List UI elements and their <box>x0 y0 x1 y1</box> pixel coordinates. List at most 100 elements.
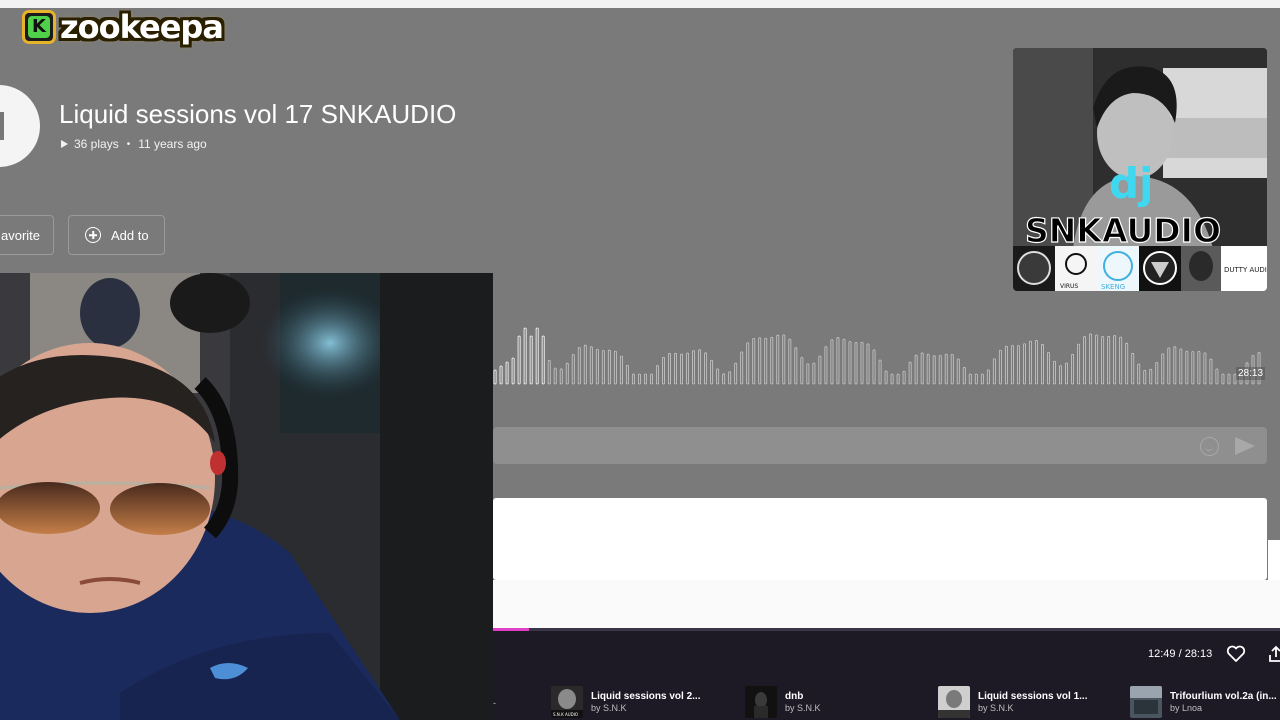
waveform-bar <box>674 352 677 385</box>
waveform-bar <box>565 362 569 385</box>
waveform-bar <box>1101 335 1105 385</box>
waveform-bar <box>1028 340 1032 385</box>
waveform-bar <box>920 352 924 385</box>
queue-item-title: Liquid sessions vol 2... <box>591 691 701 702</box>
share-icon[interactable] <box>1269 645 1280 663</box>
waveform-bar <box>1131 352 1135 385</box>
logo-wordmark: zookeepa <box>60 8 224 46</box>
waveform-bar <box>782 334 786 385</box>
cover-logo-skeng: SKENG <box>1101 283 1125 291</box>
waveform-bar <box>716 368 720 385</box>
waveform-bar <box>571 354 575 385</box>
plus-circle-icon <box>85 227 101 243</box>
waveform-bar <box>631 373 635 385</box>
cover-logo-virus: VIRUS <box>1060 283 1078 290</box>
waveform-bar <box>776 334 780 385</box>
waveform-bar <box>980 373 984 385</box>
waveform-bar <box>1065 362 1068 385</box>
waveform-bar <box>890 373 894 385</box>
waveform[interactable] <box>493 318 1263 386</box>
waveform-bar <box>1095 334 1099 385</box>
emoji-icon[interactable] <box>1200 437 1219 456</box>
waveform-bar <box>698 349 702 385</box>
waveform-bar <box>1004 345 1008 385</box>
cover-dj-text: dj <box>1109 159 1153 208</box>
queue-item-artist: by S.N.K <box>785 703 821 713</box>
content-area <box>493 580 1280 628</box>
waveform-bar <box>722 373 726 385</box>
waveform-bar <box>1089 333 1093 385</box>
waveform-bar <box>505 361 509 385</box>
waveform-bar <box>1179 348 1183 385</box>
logo-k-icon: K <box>22 10 56 44</box>
play-count-icon <box>61 140 68 148</box>
waveform-bar <box>962 367 966 385</box>
waveform-bar <box>547 359 551 385</box>
queue-item[interactable]: S.N.K AUDIO Liquid sessions vol 2... by … <box>551 686 700 718</box>
waveform-bar <box>637 373 641 385</box>
queue-thumbnail <box>745 686 777 718</box>
waveform-bar <box>710 359 714 385</box>
waveform-bar <box>1053 360 1056 385</box>
waveform-bar <box>740 351 744 385</box>
waveform-bar <box>1077 343 1081 385</box>
waveform-bar <box>668 353 671 385</box>
waveform-bar <box>535 327 539 385</box>
stream-logo: K zookeepa <box>22 4 224 50</box>
send-icon[interactable] <box>1235 437 1255 455</box>
heart-icon[interactable] <box>1226 645 1246 663</box>
cover-art[interactable]: dj SNKAUDIO VIRUS SKENG DUTTY AUDIO <box>1013 48 1267 291</box>
add-to-button[interactable]: Add to <box>68 215 165 255</box>
waveform-bar <box>1107 335 1111 385</box>
comment-input[interactable] <box>493 427 1267 464</box>
queue-edge-mark: - <box>493 698 496 708</box>
waveform-bar <box>794 347 798 385</box>
waveform-bar <box>1143 369 1147 385</box>
waveform-bar <box>517 335 521 385</box>
waveform-bar <box>884 370 888 385</box>
queue-thumbnail <box>1130 686 1162 718</box>
waveform-bar <box>1125 342 1129 385</box>
waveform-bar <box>656 365 659 385</box>
waveform-bar <box>583 344 587 385</box>
queue-item[interactable]: Trifourlium vol.2a (in... by Lnoa <box>1130 686 1277 718</box>
waveform-bar <box>926 353 930 385</box>
waveform-bar <box>1010 345 1014 385</box>
progress-bar[interactable] <box>493 628 1280 631</box>
waveform-bar <box>908 361 912 385</box>
waveform-bar <box>1047 352 1050 385</box>
track-meta: 36 plays • 11 years ago <box>61 137 207 151</box>
bottom-player: 12:49 / 28:13 - S.N.K AUDIO Liquid sessi… <box>493 628 1280 720</box>
waveform-bar <box>499 365 503 385</box>
waveform-bar <box>704 352 708 385</box>
waveform-bar <box>854 341 858 385</box>
waveform-bar <box>662 356 665 385</box>
waveform-bar <box>866 343 870 385</box>
add-to-label: Add to <box>111 227 149 243</box>
favorite-button[interactable]: avorite <box>0 215 54 255</box>
queue-item[interactable]: Liquid sessions vol 1... by S.N.K <box>938 686 1087 718</box>
waveform-bar <box>914 354 918 385</box>
uploader-avatar[interactable] <box>0 85 40 167</box>
waveform-bar <box>752 337 756 385</box>
waveform-bar <box>992 358 996 385</box>
waveform-bar <box>1161 353 1165 385</box>
queue-thumbnail <box>938 686 970 718</box>
waveform-duration: 28:13 <box>1236 367 1266 380</box>
waveform-bar <box>872 349 876 385</box>
waveform-bar <box>541 335 545 385</box>
waveform-bar <box>1137 363 1141 385</box>
waveform-bar <box>1209 358 1213 385</box>
queue-item[interactable]: dnb by S.N.K <box>745 686 821 718</box>
waveform-bar <box>1035 340 1038 385</box>
queue-thumbnail: S.N.K AUDIO <box>551 686 583 718</box>
waveform-bar <box>523 327 527 385</box>
cover-logo-dutty: DUTTY AUDIO <box>1224 266 1267 274</box>
progress-fill <box>493 628 529 631</box>
waveform-bar <box>1071 354 1075 385</box>
queue-thumb-text: S.N.K AUDIO <box>553 712 578 717</box>
waveform-bar <box>692 350 696 385</box>
waveform-bar <box>613 350 617 385</box>
waveform-bar <box>896 373 900 385</box>
waveform-bar <box>878 359 882 385</box>
